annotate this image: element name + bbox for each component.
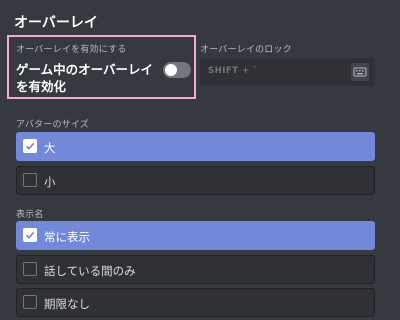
option-label: 常に表示 bbox=[44, 230, 90, 244]
toggle-knob bbox=[165, 64, 177, 76]
avatar-size-label: アバターのサイズ bbox=[16, 120, 89, 130]
display-names-label: 表示名 bbox=[16, 210, 44, 220]
display-names-option-speaking[interactable]: 話している間のみ bbox=[16, 255, 375, 284]
option-label: 話している間のみ bbox=[44, 264, 136, 278]
display-names-option-always[interactable]: 常に表示 bbox=[16, 221, 375, 250]
option-label: 大 bbox=[44, 141, 56, 155]
avatar-size-option-large[interactable]: 大 bbox=[16, 132, 375, 161]
avatar-size-option-small[interactable]: 小 bbox=[16, 166, 375, 195]
enable-overlay-text: ゲーム中のオーバーレイを有効化 bbox=[16, 62, 154, 94]
checkbox-icon bbox=[23, 262, 37, 276]
keybind-value: SHIFT + ` bbox=[208, 66, 258, 76]
keyboard-icon[interactable] bbox=[351, 63, 369, 81]
checkbox-icon bbox=[23, 173, 37, 187]
enable-overlay-label: オーバーレイを有効にする bbox=[16, 45, 127, 55]
checkbox-checked-icon bbox=[23, 228, 37, 242]
enable-overlay-toggle[interactable] bbox=[163, 62, 191, 78]
page-title: オーバーレイ bbox=[14, 15, 98, 31]
overlay-lock-label: オーバーレイのロック bbox=[200, 45, 292, 55]
display-names-option-never[interactable]: 期限なし bbox=[16, 288, 375, 317]
overlay-lock-keybind[interactable]: SHIFT + ` bbox=[200, 58, 375, 86]
option-label: 小 bbox=[44, 175, 56, 189]
option-label: 期限なし bbox=[44, 297, 90, 311]
checkbox-checked-icon bbox=[23, 139, 37, 153]
checkbox-icon bbox=[23, 295, 37, 309]
